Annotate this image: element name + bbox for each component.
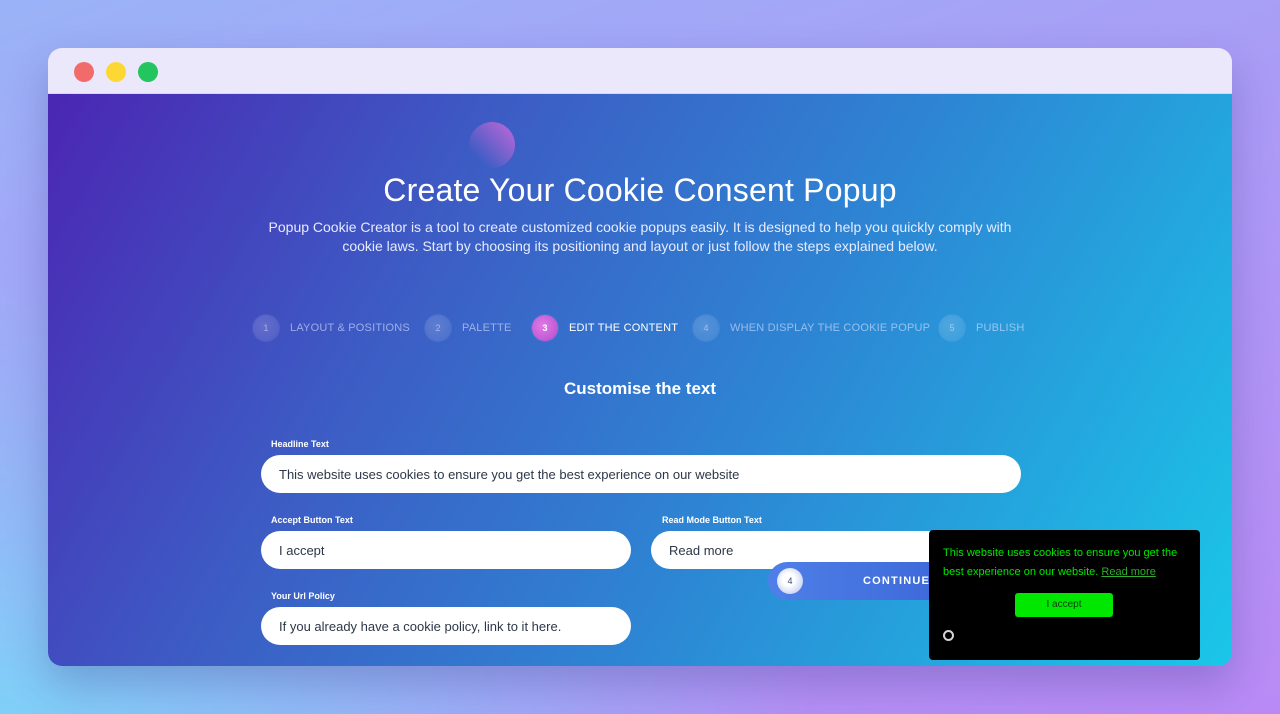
continue-step-number: 4 (777, 568, 803, 594)
step-label: WHEN DISPLAY THE COOKIE POPUP (730, 322, 931, 334)
headline-input[interactable] (261, 455, 1021, 493)
step-number: 3 (532, 315, 558, 341)
page-title: Create Your Cookie Consent Popup (383, 172, 897, 208)
read-more-link[interactable]: Read more (1101, 566, 1155, 578)
step-label: EDIT THE CONTENT (569, 322, 679, 334)
step-number: 2 (425, 315, 451, 341)
step-layout-positions[interactable]: 1 LAYOUT & POSITIONS (253, 315, 410, 341)
accept-button-text-label: Accept Button Text (271, 515, 353, 525)
cookie-popup-text: This website uses cookies to ensure you … (943, 544, 1189, 582)
stepper: 1 LAYOUT & POSITIONS 2 PALETTE 3 EDIT TH… (48, 315, 1232, 341)
cookie-settings-icon[interactable] (943, 630, 954, 641)
step-edit-content[interactable]: 3 EDIT THE CONTENT (532, 315, 678, 341)
section-title: Customise the text (563, 379, 717, 398)
continue-label: CONTINUE (863, 575, 931, 587)
headline-label: Headline Text (271, 439, 329, 449)
cookie-popup-preview: This website uses cookies to ensure you … (929, 530, 1200, 660)
read-more-button-text-label: Read Mode Button Text (662, 515, 762, 525)
minimize-window-button[interactable] (106, 62, 126, 82)
step-number: 5 (939, 315, 965, 341)
step-palette[interactable]: 2 PALETTE (425, 315, 512, 341)
maximize-window-button[interactable] (138, 62, 158, 82)
step-number: 1 (253, 315, 279, 341)
cookie-accept-button[interactable]: I accept (1015, 593, 1113, 617)
page-subtitle: Popup Cookie Creator is a tool to create… (268, 219, 1012, 254)
step-number: 4 (693, 315, 719, 341)
url-policy-label: Your Url Policy (271, 591, 335, 601)
url-policy-input[interactable] (261, 607, 631, 645)
decorative-circle (469, 122, 515, 168)
step-label: PUBLISH (976, 322, 1025, 334)
accept-button-text-input[interactable] (261, 531, 631, 569)
step-label: PALETTE (462, 322, 512, 334)
step-when-display[interactable]: 4 WHEN DISPLAY THE COOKIE POPUP (693, 315, 930, 341)
close-window-button[interactable] (74, 62, 94, 82)
step-publish[interactable]: 5 PUBLISH (939, 315, 1024, 341)
step-label: LAYOUT & POSITIONS (290, 322, 410, 334)
window-titlebar (48, 48, 1232, 94)
